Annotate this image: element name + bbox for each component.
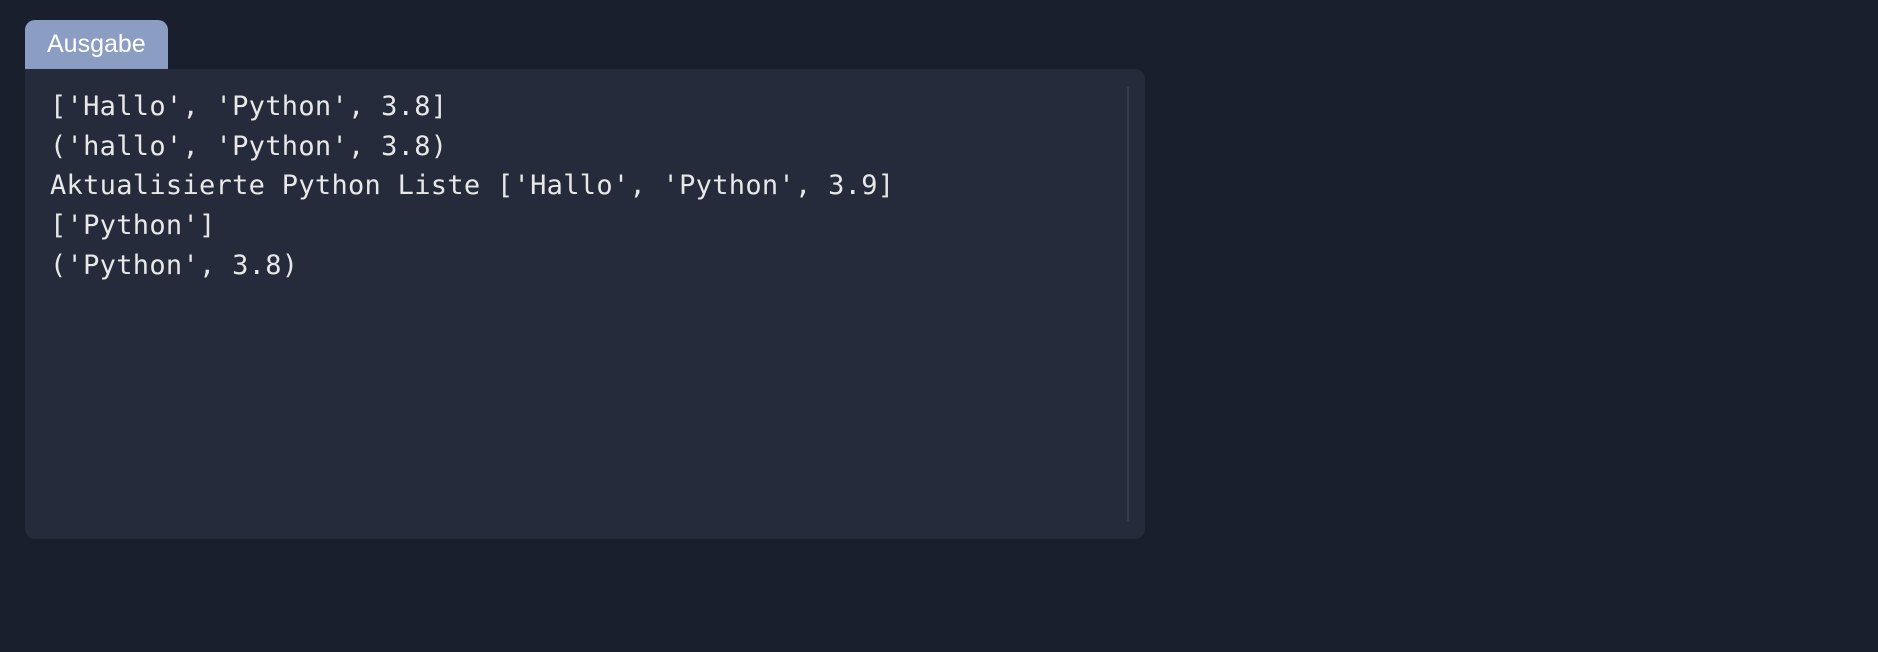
output-line: ('Python', 3.8) (50, 246, 1120, 286)
panel-divider (1127, 87, 1129, 521)
output-panel: ['Hallo', 'Python', 3.8] ('hallo', 'Pyth… (25, 69, 1145, 539)
output-container: Ausgabe ['Hallo', 'Python', 3.8] ('hallo… (25, 20, 1145, 539)
output-line: ['Hallo', 'Python', 3.8] (50, 87, 1120, 127)
output-line: ('hallo', 'Python', 3.8) (50, 127, 1120, 167)
output-tab[interactable]: Ausgabe (25, 20, 168, 69)
output-line: ['Python'] (50, 206, 1120, 246)
output-line: Aktualisierte Python Liste ['Hallo', 'Py… (50, 166, 1120, 206)
